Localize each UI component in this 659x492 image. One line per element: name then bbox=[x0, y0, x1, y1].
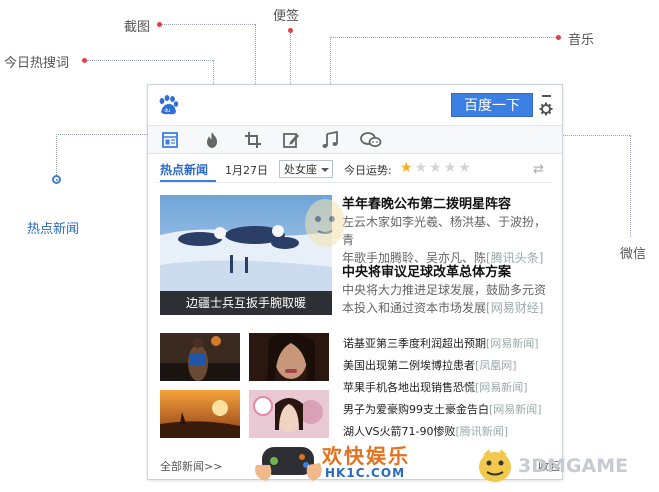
basketball-image bbox=[160, 333, 240, 381]
refresh-icon[interactable]: ⇄ bbox=[533, 162, 544, 177]
fortune-label: 今日运势: bbox=[344, 164, 392, 177]
flame-icon[interactable] bbox=[203, 131, 221, 149]
star-icon: ★ bbox=[400, 160, 415, 176]
toolbar bbox=[148, 125, 562, 154]
gear-icon[interactable] bbox=[539, 102, 553, 116]
headline-summary: 中央将大力推进足球发展，鼓励多元资 本投入和通过资本市场发展[网易财经] bbox=[342, 281, 552, 317]
star-icon: ★ bbox=[429, 160, 444, 176]
svg-text:du: du bbox=[165, 108, 171, 114]
headline-title[interactable]: 中央将审议足球改革总体方案 bbox=[342, 261, 511, 280]
callout-music: 音乐 bbox=[568, 33, 595, 48]
leader-line bbox=[330, 37, 556, 38]
news-date: 1月27日 bbox=[225, 164, 268, 177]
chevron-down-icon bbox=[321, 168, 329, 172]
leader-line bbox=[87, 60, 213, 61]
callout-wechat: 微信 bbox=[620, 247, 647, 262]
couple-photo-image bbox=[249, 390, 329, 438]
leader-line bbox=[630, 135, 631, 237]
callout-screenshot: 截图 bbox=[124, 20, 151, 35]
news-title: 诺基亚第三季度利润超出预期 bbox=[343, 337, 486, 350]
baidu-search-button[interactable]: 百度一下 bbox=[451, 93, 533, 117]
leader-line bbox=[56, 134, 159, 135]
top-bar: du 百度一下 bbox=[148, 85, 562, 125]
news-tabs: 热点新闻 1月27日 处女座 今日运势: ★★★★★ ⇄ bbox=[148, 155, 562, 183]
callout-trending: 今日热搜词 bbox=[4, 56, 70, 71]
baidu-widget: du 百度一下 热点新闻 1月27日 处女座 今日运势: ★★★★★ ⇄ 边疆士… bbox=[147, 84, 563, 480]
summary-line: 中央将大力推进足球发展，鼓励多元资 bbox=[342, 283, 547, 297]
news-source: [网易新闻] bbox=[489, 403, 542, 416]
mascot-watermark-icon bbox=[305, 199, 345, 247]
watermark-3dmgame: 3DMGAME bbox=[518, 455, 629, 477]
news-source: [网易新闻] bbox=[486, 337, 539, 350]
news-icon[interactable] bbox=[161, 131, 179, 149]
divider bbox=[156, 182, 552, 183]
thumb-woman[interactable] bbox=[249, 333, 329, 381]
music-icon[interactable] bbox=[321, 131, 339, 149]
star-icon: ★ bbox=[414, 160, 430, 176]
minimize-icon[interactable] bbox=[542, 95, 551, 97]
news-title: 苹果手机各地出现销售恐慌 bbox=[343, 381, 475, 394]
fortune-stars: ★★★★★ bbox=[400, 160, 473, 176]
sunset-image bbox=[160, 390, 240, 438]
all-news-link[interactable]: 全部新闻>> bbox=[160, 458, 222, 474]
callout-notes: 便签 bbox=[273, 9, 300, 24]
note-icon[interactable] bbox=[282, 131, 300, 149]
news-source: [腾讯新闻] bbox=[455, 425, 509, 438]
summary-line: 本投入和通过资本市场发展 bbox=[342, 301, 487, 315]
leader-line bbox=[56, 134, 57, 175]
callout-dot bbox=[556, 35, 561, 40]
baidu-paw-icon[interactable]: du bbox=[157, 94, 179, 116]
news-source: [网易新闻] bbox=[475, 381, 528, 394]
woman-portrait-image bbox=[249, 333, 329, 381]
list-item[interactable]: 美国出现第二例埃博拉患者[凤凰网] bbox=[343, 357, 517, 373]
summary-line: 左云木家如李光羲、杨洪基、于波扮，青 bbox=[342, 215, 547, 247]
tab-hot-news[interactable]: 热点新闻 bbox=[160, 161, 208, 178]
leader-line bbox=[162, 24, 255, 25]
thumb-sunset[interactable] bbox=[160, 390, 240, 438]
headline-summary: 左云木家如李光羲、杨洪基、于波扮，青 年歌手加腾聆、吴亦凡、陈[腾讯头条] bbox=[342, 213, 552, 267]
list-item[interactable]: 男子为爱豪购99支土豪金告白[网易新闻] bbox=[343, 401, 542, 417]
zodiac-select[interactable]: 处女座 bbox=[279, 160, 333, 178]
news-source[interactable]: [网易财经] bbox=[486, 301, 543, 315]
hero-caption: 边疆士兵互扳手腕取暖 bbox=[160, 291, 332, 315]
crop-icon[interactable] bbox=[244, 131, 262, 149]
watermark-brand: 欢快娱乐 bbox=[322, 444, 410, 468]
callout-ring bbox=[52, 175, 61, 184]
news-source: [凤凰网] bbox=[475, 359, 517, 372]
callout-hot-news: 热点新闻 bbox=[27, 222, 80, 237]
watermark-url: HK1C.COM bbox=[325, 466, 406, 480]
news-title: 美国出现第二例埃博拉患者 bbox=[343, 359, 475, 372]
headline-title[interactable]: 羊年春晚公布第二拨明星阵容 bbox=[342, 193, 511, 212]
news-title: 男子为爱豪购99支土豪金告白 bbox=[343, 403, 489, 416]
mascot-logo-icon bbox=[479, 449, 511, 482]
thumb-basketball[interactable] bbox=[160, 333, 240, 381]
list-item[interactable]: 诺基亚第三季度利润超出预期[网易新闻] bbox=[343, 335, 539, 351]
star-icon: ★ bbox=[458, 160, 473, 176]
wechat-icon[interactable] bbox=[360, 131, 382, 149]
zodiac-select-value: 处女座 bbox=[284, 163, 317, 176]
list-item[interactable]: 苹果手机各地出现销售恐慌[网易新闻] bbox=[343, 379, 528, 395]
star-icon: ★ bbox=[443, 160, 459, 176]
thumb-couple[interactable] bbox=[249, 390, 329, 438]
